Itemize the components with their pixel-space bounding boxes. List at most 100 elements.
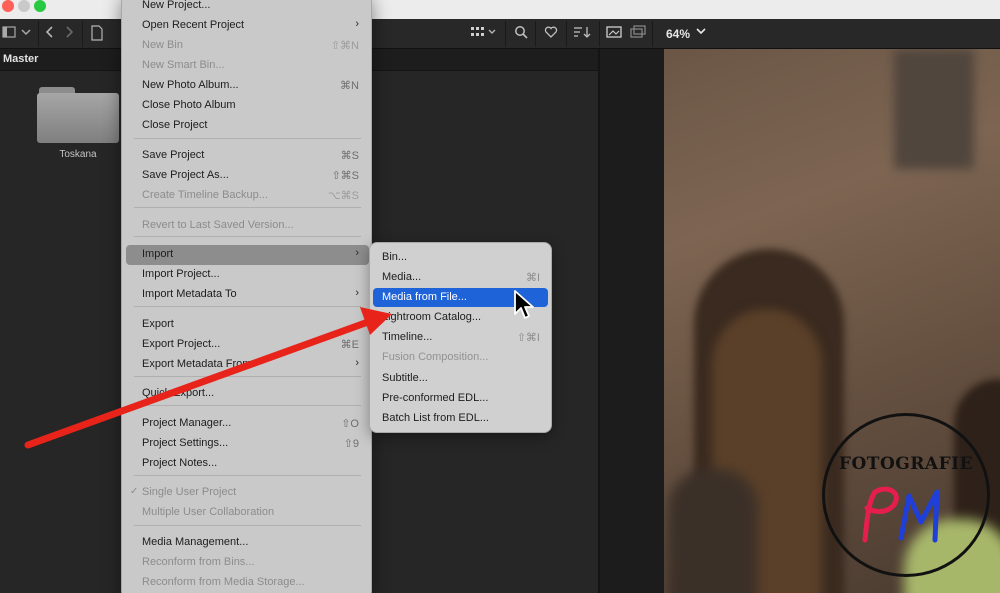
toolbar-divider xyxy=(599,21,600,47)
menu-item-import-project[interactable]: Import Project... xyxy=(126,265,369,285)
menu-item-media-management[interactable]: Media Management... xyxy=(126,533,369,553)
submenu-item-label: Bin... xyxy=(382,251,408,263)
menu-item-export-metadata-from[interactable]: Export Metadata From › xyxy=(126,355,369,375)
minimize-window-button[interactable] xyxy=(18,0,30,12)
menu-separator xyxy=(134,306,361,307)
menu-separator xyxy=(134,475,361,476)
menu-item-revert-to-last-saved-version: Revert to Last Saved Version... xyxy=(126,216,369,236)
menu-item-new-project[interactable]: New Project... xyxy=(126,0,369,16)
watermark-signature xyxy=(862,486,940,543)
menu-item-multiple-user-collaboration: Multiple User Collaboration xyxy=(126,503,369,523)
menu-item-label: Export xyxy=(142,318,174,330)
submenu-item-label: Subtitle... xyxy=(382,372,428,384)
menu-item-label: Save Project As... xyxy=(142,169,229,181)
menu-item-label: Media Management... xyxy=(142,536,249,548)
menu-item-close-project[interactable]: Close Project xyxy=(126,116,369,136)
menu-item-label: Quick Export... xyxy=(142,387,215,399)
submenu-item-label: Fusion Composition... xyxy=(382,351,489,363)
menu-item-export[interactable]: Export xyxy=(126,315,369,335)
submenu-item-label: Media... xyxy=(382,271,422,283)
menu-item-new-bin: New Bin ⇧⌘N xyxy=(126,36,369,56)
menu-item-label: Project Manager... xyxy=(142,417,232,429)
submenu-item-timeline[interactable]: Timeline... ⇧⌘I xyxy=(373,328,548,347)
toolbar-divider xyxy=(566,21,567,47)
menu-item-label: Close Photo Album xyxy=(142,99,236,111)
menu-item-export-project[interactable]: Export Project... ⌘E xyxy=(126,335,369,355)
submenu-item-media[interactable]: Media... ⌘I xyxy=(373,268,548,287)
back-icon[interactable] xyxy=(44,25,56,43)
checkmark-icon: ✓ xyxy=(130,486,139,497)
menu-item-project-settings[interactable]: Project Settings... ⇧9 xyxy=(126,434,369,454)
chevron-right-icon: › xyxy=(355,287,359,299)
folder-icon-body xyxy=(37,93,119,143)
menu-item-save-project-as[interactable]: Save Project As... ⇧⌘S xyxy=(126,166,369,186)
grid-view-icon[interactable] xyxy=(469,25,499,43)
toolbar-divider xyxy=(38,21,39,47)
submenu-item-label: Lightroom Catalog... xyxy=(382,311,482,323)
menu-item-create-timeline-backup: Create Timeline Backup... ⌥⌘S xyxy=(126,186,369,206)
menu-item-import-metadata-to[interactable]: Import Metadata To › xyxy=(126,285,369,305)
submenu-item-bin[interactable]: Bin... xyxy=(373,248,548,267)
menu-item-project-notes[interactable]: Project Notes... xyxy=(126,454,369,474)
chevron-down-icon[interactable] xyxy=(20,25,32,43)
menu-item-label: New Smart Bin... xyxy=(142,59,225,71)
menu-item-label: Reconform from Media Storage... xyxy=(142,576,305,588)
favorite-icon[interactable] xyxy=(543,25,559,43)
menu-item-label: Open Recent Project xyxy=(142,19,245,31)
menu-item-import[interactable]: Import › xyxy=(126,245,369,265)
zoom-window-button[interactable] xyxy=(34,0,46,12)
mouse-cursor-icon xyxy=(514,290,534,319)
menu-item-new-photo-album[interactable]: New Photo Album... ⌘N xyxy=(126,76,369,96)
submenu-item-label: Media from File... xyxy=(382,291,467,303)
menu-item-label: Import Project... xyxy=(142,268,220,280)
menu-item-open-recent-project[interactable]: Open Recent Project › xyxy=(126,16,369,36)
image-view-icon[interactable] xyxy=(606,25,622,43)
zoom-level-dropdown[interactable]: 64% xyxy=(658,25,710,43)
menu-item-shortcut: ⌘E xyxy=(340,339,359,351)
menu-item-label: Save Project xyxy=(142,149,205,161)
bin-folder-toskana[interactable]: Toskana xyxy=(37,87,119,183)
search-icon[interactable] xyxy=(513,25,529,43)
menu-item-project-manager[interactable]: Project Manager... ⇧O xyxy=(126,414,369,434)
menu-item-label: New Photo Album... xyxy=(142,79,239,91)
menu-item-close-photo-album[interactable]: Close Photo Album xyxy=(126,96,369,116)
menu-item-label: Create Timeline Backup... xyxy=(142,189,268,201)
menu-item-label: Revert to Last Saved Version... xyxy=(142,219,294,231)
submenu-item-subtitle[interactable]: Subtitle... xyxy=(373,369,548,388)
submenu-item-pre-conformed-edl[interactable]: Pre-conformed EDL... xyxy=(373,389,548,408)
forward-icon[interactable] xyxy=(63,25,75,43)
chevron-right-icon: › xyxy=(355,247,359,259)
submenu-item-batch-list-from-edl[interactable]: Batch List from EDL... xyxy=(373,409,548,428)
menu-item-shortcut: ⇧⌘N xyxy=(330,40,359,52)
overlay-icon[interactable] xyxy=(630,25,646,43)
menu-item-shortcut: ⌥⌘S xyxy=(327,190,359,202)
menu-item-label: Single User Project xyxy=(142,486,237,498)
menu-item-label: Project Settings... xyxy=(142,437,229,449)
close-window-button[interactable] xyxy=(2,0,14,12)
submenu-item-fusion-composition: Fusion Composition... xyxy=(373,348,548,367)
menu-item-reconform-from-media-storage: Reconform from Media Storage... xyxy=(126,573,369,593)
menu-separator xyxy=(134,236,361,237)
menu-item-label: New Bin xyxy=(142,39,183,51)
sidebar-icon[interactable] xyxy=(2,25,16,43)
menu-separator xyxy=(134,525,361,526)
submenu-item-label: Pre-conformed EDL... xyxy=(382,392,489,404)
submenu-item-label: Timeline... xyxy=(382,331,433,343)
toolbar-divider xyxy=(652,21,653,47)
menu-item-new-smart-bin: New Smart Bin... xyxy=(126,56,369,76)
document-icon[interactable] xyxy=(90,25,104,43)
menu-item-label: Import xyxy=(142,248,174,260)
sort-icon[interactable] xyxy=(573,25,591,43)
menu-item-label: Multiple User Collaboration xyxy=(142,506,275,518)
menu-item-label: Reconform from Bins... xyxy=(142,556,255,568)
submenu-item-label: Batch List from EDL... xyxy=(382,412,489,424)
menu-item-save-project[interactable]: Save Project ⌘S xyxy=(126,146,369,166)
file-menu: New Project... Open Recent Project › New Bi… xyxy=(121,0,372,593)
submenu-item-shortcut: ⇧⌘I xyxy=(516,332,540,344)
menu-separator xyxy=(134,207,361,208)
menu-item-label: Export Metadata From xyxy=(142,358,252,370)
toolbar-divider xyxy=(505,21,506,47)
menu-item-shortcut: ⇧⌘S xyxy=(331,170,359,182)
menu-separator xyxy=(134,405,361,406)
menu-item-quick-export[interactable]: Quick Export... xyxy=(126,384,369,404)
